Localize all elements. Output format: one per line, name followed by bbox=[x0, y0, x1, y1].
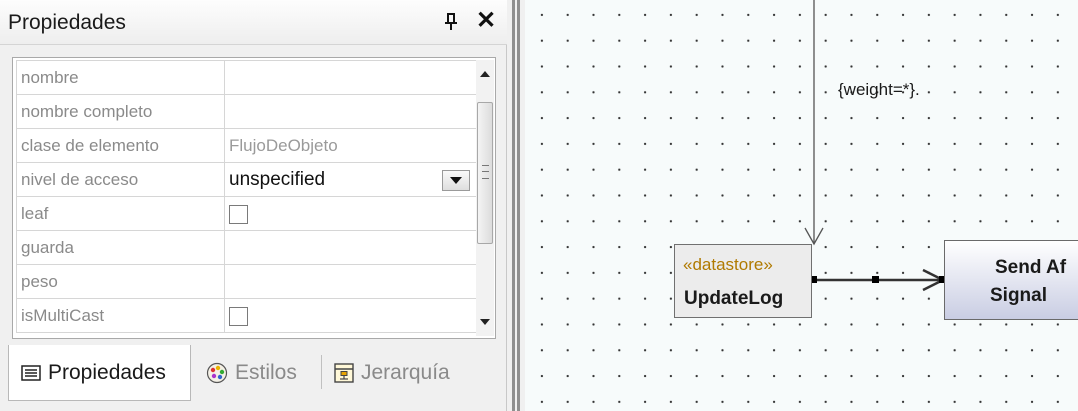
tab-label: Propiedades bbox=[48, 360, 166, 384]
property-row[interactable]: peso bbox=[16, 264, 477, 299]
action-label-line1: Send Af bbox=[995, 257, 1067, 278]
properties-panel: Propiedades ✕ nombre nombre completo cla… bbox=[0, 0, 507, 411]
multicast-checkbox[interactable] bbox=[229, 307, 248, 326]
property-value[interactable] bbox=[224, 60, 477, 95]
grip-icon bbox=[482, 165, 489, 179]
action-label-line2: Signal bbox=[990, 285, 1048, 306]
pin-icon[interactable] bbox=[440, 10, 462, 34]
property-row[interactable]: leaf bbox=[16, 196, 477, 231]
tab-styles[interactable]: Estilos bbox=[206, 345, 297, 401]
property-value[interactable] bbox=[224, 298, 477, 333]
property-row[interactable]: isMultiCast bbox=[16, 298, 477, 333]
property-value[interactable] bbox=[224, 264, 477, 299]
splitter-line bbox=[517, 0, 520, 411]
panel-title: Propiedades bbox=[8, 11, 126, 34]
scroll-down-icon[interactable] bbox=[476, 314, 494, 330]
property-row[interactable]: nombre completo bbox=[16, 94, 477, 129]
panel-tabs: Propiedades Estilos Jerarquía bbox=[0, 345, 507, 411]
property-row[interactable]: clase de elemento FlujoDeObjeto bbox=[16, 128, 477, 163]
palette-icon bbox=[206, 362, 228, 384]
panel-splitter[interactable] bbox=[507, 0, 525, 411]
property-value-text: FlujoDeObjeto bbox=[229, 135, 338, 155]
datastore-node[interactable]: «datastore» UpdateLog bbox=[674, 244, 812, 318]
property-grid: nombre nombre completo clase de elemento… bbox=[12, 57, 496, 339]
property-row[interactable]: guarda bbox=[16, 230, 477, 265]
property-name: isMultiCast bbox=[16, 298, 225, 333]
property-name: leaf bbox=[16, 196, 225, 231]
property-row[interactable]: nivel de acceso unspecified bbox=[16, 162, 477, 197]
property-value[interactable] bbox=[224, 94, 477, 129]
property-name: guarda bbox=[16, 230, 225, 265]
access-level-value: unspecified bbox=[229, 168, 326, 190]
datastore-name: UpdateLog bbox=[684, 288, 784, 309]
property-table: nombre nombre completo clase de elemento… bbox=[16, 60, 477, 333]
property-value[interactable] bbox=[224, 230, 477, 265]
dropdown-arrow-icon[interactable] bbox=[442, 170, 470, 191]
flow-handle bbox=[872, 276, 879, 283]
splitter-line bbox=[512, 0, 515, 411]
access-level-select[interactable]: unspecified bbox=[224, 162, 477, 197]
tab-label: Jerarquía bbox=[361, 361, 450, 384]
property-value[interactable] bbox=[224, 196, 477, 231]
diagram-edges bbox=[804, 0, 946, 292]
property-name: nombre bbox=[16, 60, 225, 95]
scrollbar-thumb[interactable] bbox=[477, 102, 493, 244]
vertical-scrollbar[interactable] bbox=[476, 60, 494, 336]
close-icon[interactable]: ✕ bbox=[474, 8, 498, 34]
panel-header: Propiedades ✕ bbox=[0, 0, 507, 45]
hierarchy-icon bbox=[334, 363, 354, 383]
property-row[interactable]: nombre bbox=[16, 60, 477, 95]
property-name: clase de elemento bbox=[16, 128, 225, 163]
tab-separator bbox=[321, 355, 322, 389]
property-value[interactable]: FlujoDeObjeto bbox=[224, 128, 477, 163]
list-icon bbox=[21, 364, 41, 381]
tab-label: Estilos bbox=[235, 361, 297, 384]
edge-weight-label[interactable]: {weight=*}. bbox=[838, 80, 920, 100]
datastore-stereotype: «datastore» bbox=[683, 255, 773, 274]
property-name: nombre completo bbox=[16, 94, 225, 129]
leaf-checkbox[interactable] bbox=[229, 205, 248, 224]
scroll-up-icon[interactable] bbox=[476, 66, 494, 82]
send-signal-action[interactable]: Send Af Signal bbox=[944, 240, 1078, 320]
tab-properties[interactable]: Propiedades bbox=[8, 345, 191, 401]
diagram-canvas[interactable]: {weight=*}. «datastore» UpdateLog Send A… bbox=[525, 0, 1078, 411]
property-name: peso bbox=[16, 264, 225, 299]
tab-hierarchy[interactable]: Jerarquía bbox=[334, 345, 450, 401]
property-name: nivel de acceso bbox=[16, 162, 225, 197]
